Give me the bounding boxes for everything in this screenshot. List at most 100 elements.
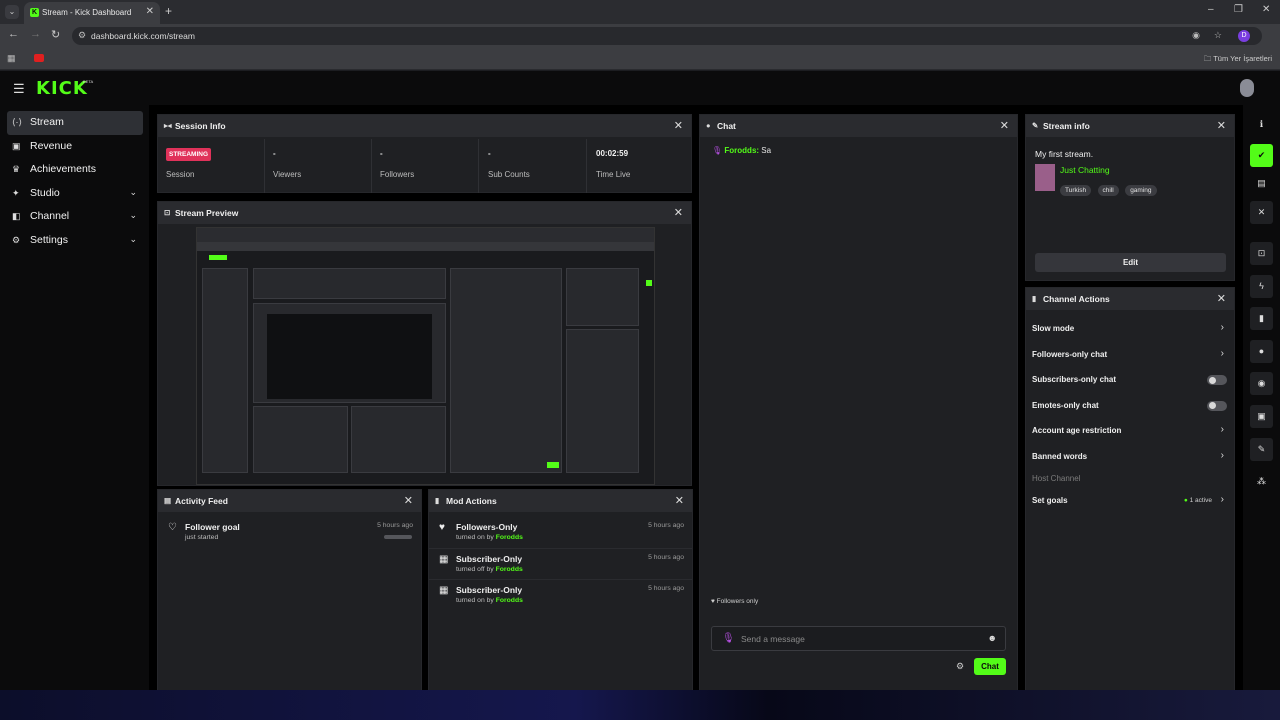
close-tab-icon[interactable]: ✕ [146,6,154,17]
goals-status: ● 1 active [1183,497,1212,504]
activity-item: ♡ Follower goal just started 5 hours ago [158,517,421,548]
wrench-icon[interactable]: ✎ [1250,438,1273,461]
chat-input[interactable]: 🎙 Send a message ☻ [711,626,1006,651]
panel-header[interactable]: ▸◂ Session Info ✕ [158,115,691,137]
mod-action-detail: turned off by Forodds [456,566,523,573]
close-icon[interactable]: ✕ [1000,119,1009,132]
tag[interactable]: Turkish [1060,185,1092,196]
heart-icon: ♥ [439,522,445,533]
close-icon[interactable]: ✕ [674,119,683,132]
forward-icon[interactable]: → [30,28,41,40]
site-info-icon[interactable]: ⚙ [78,30,86,41]
close-icon[interactable]: ✕ [674,206,683,219]
subscribers-only-toggle[interactable] [1207,375,1227,386]
panel-header[interactable]: ▤ Activity Feed ✕ [158,490,421,512]
preview-icon[interactable]: ⊡ [1250,242,1273,265]
set-goals-row[interactable]: Set goals ● 1 active › [1026,488,1234,514]
panel-header[interactable]: ✎ Stream info ✕ [1026,115,1234,137]
close-icon[interactable]: ✕ [1217,119,1226,132]
bolt-icon[interactable]: ϟ [1250,275,1273,298]
row-label: Followers-only chat [1032,349,1108,359]
back-icon[interactable]: ← [8,28,19,40]
sidebar-item-label: Channel [30,210,70,222]
apps-grid-icon[interactable]: ▦ [7,53,16,64]
panel-header[interactable]: ▮ Mod Actions ✕ [429,490,692,512]
reload-icon[interactable]: ↻ [51,28,60,41]
mod-icon[interactable]: ▮ [1250,307,1273,330]
followers-only-row[interactable]: Followers-only chat › [1026,342,1234,368]
emotes-only-toggle[interactable] [1207,400,1227,411]
close-icon[interactable]: ✕ [1250,201,1273,224]
activity-time: 5 hours ago [377,522,413,529]
close-icon[interactable]: ✕ [404,494,413,507]
layout-icon[interactable]: ▤ [1250,172,1273,195]
sidebar-item-settings[interactable]: ⚙ Settings ⌄ [7,229,143,253]
new-tab-button[interactable]: + [165,4,172,18]
category-thumbnail[interactable] [1035,164,1055,191]
all-bookmarks-link[interactable]: 🗀 Tüm Yer İşaretleri [1204,53,1272,66]
bookmarks-bar: ▦ 🗀 Tüm Yer İşaretleri [0,48,1280,70]
youtube-bookmark-icon[interactable] [34,54,44,62]
stat-label: Session [166,170,195,179]
panel-header[interactable]: ● Chat ✕ [700,115,1017,137]
tab-search-button[interactable]: ⌄ [5,5,19,19]
activity-feed-panel: ▤ Activity Feed ✕ ♡ Follower goal just s… [157,489,422,692]
tag[interactable]: chill [1097,185,1119,196]
browser-tab[interactable]: K Stream - Kick Dashboard ✕ [24,2,160,24]
account-age-row[interactable]: Account age restriction › [1026,418,1234,444]
sidebar-item-label: Settings [30,233,68,246]
slow-mode-row[interactable]: Slow mode › [1026,316,1234,342]
eye-off-icon[interactable]: ◉ [1192,30,1200,41]
chat-settings-icon[interactable]: ⚙ [956,661,964,672]
broadcast-icon[interactable]: ◉ [1250,372,1273,395]
session-stat: STREAMING Session [158,139,265,193]
chevron-right-icon: › [1220,424,1224,436]
preview-chat-panel [450,268,562,473]
subscribers-only-row: Subscribers-only chat [1026,367,1234,393]
dashboard-grid: ▸◂ Session Info ✕ STREAMING Session - Vi… [149,105,1243,692]
close-window-button[interactable]: ✕ [1262,4,1270,15]
user-avatar[interactable] [1240,79,1254,97]
restore-button[interactable]: ❐ [1234,4,1243,15]
sidebar-item-achievements[interactable]: ♛ Achievements [7,158,143,182]
panel-header[interactable]: ⊡ Stream Preview ✕ [158,202,691,224]
address-bar-row: ← → ↻ ⚙ dashboard.kick.com/stream ◉ ☆ D [0,24,1280,48]
minimize-button[interactable]: – [1208,4,1214,15]
info-icon[interactable]: ℹ [1250,113,1273,136]
close-icon[interactable]: ✕ [1217,292,1226,305]
panel-title: Channel Actions [1043,294,1110,304]
nodes-icon[interactable]: ⁂ [1250,470,1273,493]
chat-message[interactable]: 🎙 Forodds: Sa [712,146,771,155]
kick-logo[interactable]: KICK [36,78,88,99]
sidebar-item-channel[interactable]: ◧ Channel ⌄ [7,205,143,229]
menu-icon[interactable]: ☰ [13,81,25,97]
chat-send-button[interactable]: Chat [974,658,1006,675]
profile-avatar[interactable]: D [1238,30,1250,42]
sidebar-item-revenue[interactable]: ▣ Revenue [7,135,143,159]
edit-button[interactable]: Edit [1035,253,1226,272]
stat-value: - [273,149,276,158]
row-label: Account age restriction [1032,426,1122,436]
stream-video-preview[interactable] [196,227,655,485]
panel-header[interactable]: ▮ Channel Actions ✕ [1026,288,1234,310]
emoji-icon[interactable]: ☻ [988,633,997,643]
sidebar-item-label: Revenue [30,139,73,152]
close-icon[interactable]: ✕ [675,494,684,507]
sidebar-item-stream[interactable]: ⟨·⟩ Stream [7,111,143,135]
preview-logo [209,255,227,260]
revenue-icon: ▣ [12,140,21,151]
chat-bubble-icon[interactable]: ● [1250,340,1273,363]
tag[interactable]: gaming [1125,185,1157,196]
panel-icon[interactable]: ▣ [1250,405,1273,428]
chat-username[interactable]: Forodds: [724,146,759,155]
url-field[interactable]: ⚙ dashboard.kick.com/stream ◉ ☆ D [72,27,1262,45]
time-live-stat: 00:02:59 Time Live [588,139,695,193]
check-icon[interactable]: ✔ [1250,144,1273,167]
stat-label: Followers [380,170,415,179]
chevron-down-icon: ⌄ [129,210,137,220]
chevron-down-icon: ⌄ [129,233,137,244]
star-icon[interactable]: ☆ [1214,30,1222,41]
category-link[interactable]: Just Chatting [1060,165,1110,175]
studio-icon: ✦ [12,187,20,198]
sidebar-item-studio[interactable]: ✦ Studio ⌄ [7,182,143,206]
